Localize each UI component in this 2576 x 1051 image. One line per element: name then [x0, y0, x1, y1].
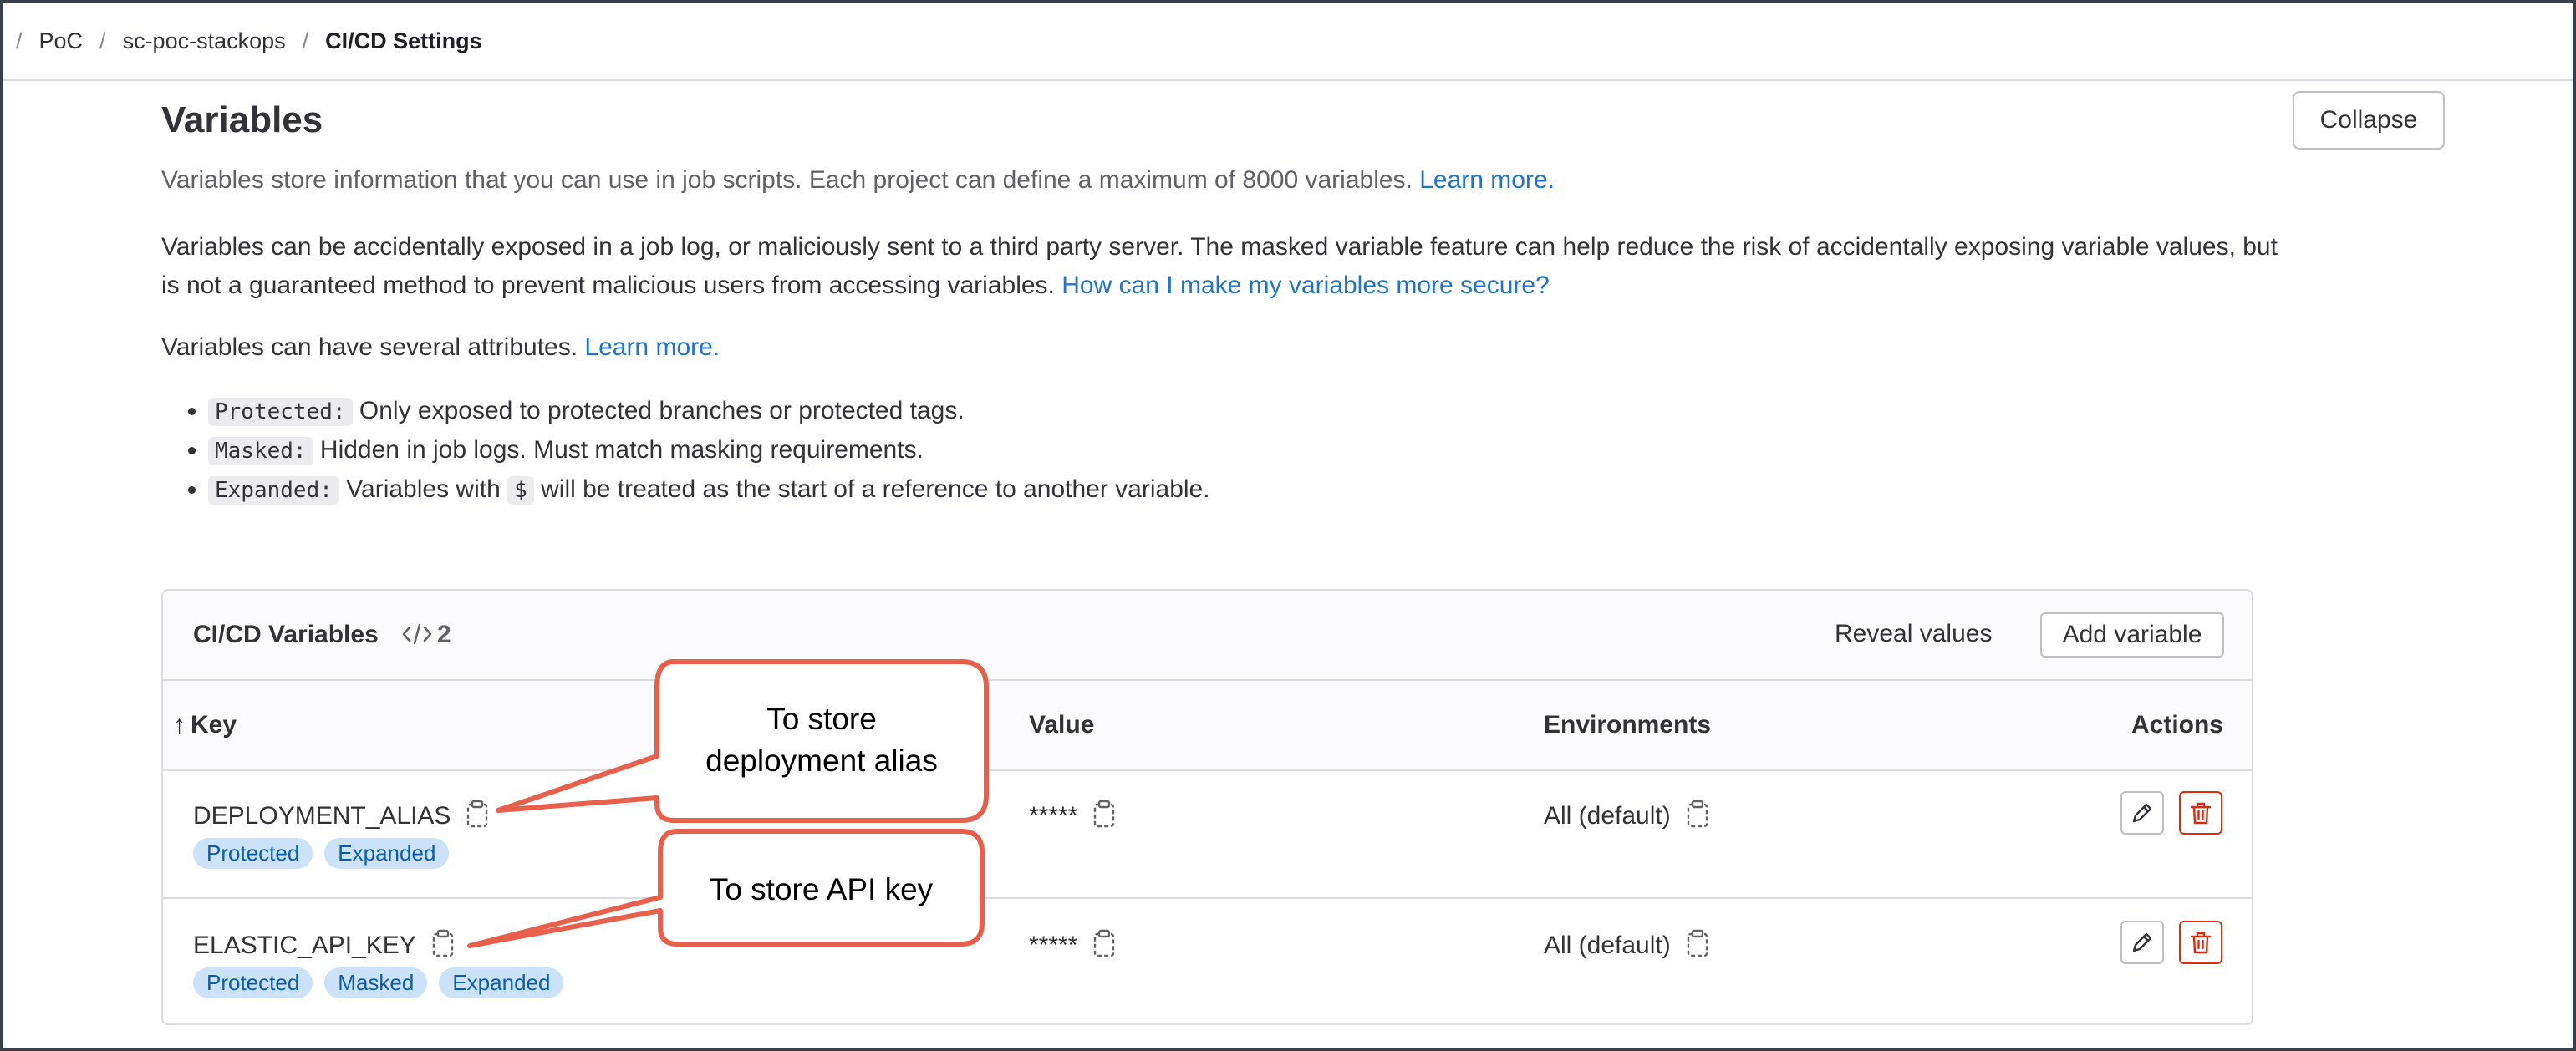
table-row: DEPLOYMENT_ALIAS Protected Expanded ****… [163, 771, 2252, 899]
callout-text-deployment-alias: To store deployment alias [657, 698, 986, 782]
breadcrumb-item-current: CI/CD Settings [325, 28, 482, 53]
table-row: ELASTIC_API_KEY Protected Masked Expande… [163, 901, 2252, 1023]
attribute-masked: Masked: Hidden in job logs. Must match m… [208, 431, 2445, 470]
settings-section: Variables Collapse Variables store infor… [161, 81, 2445, 1025]
variables-card: CI/CD Variables 2 Reveal values Add vari… [161, 589, 2253, 1025]
variable-value: ***** [1029, 800, 1116, 835]
variable-count-number: 2 [437, 621, 451, 648]
attribute-code: Protected: [208, 398, 353, 426]
code-icon [402, 623, 432, 645]
variable-environment: All (default) [1544, 929, 1709, 964]
copy-icon[interactable] [431, 929, 455, 964]
breadcrumb-item-poc[interactable]: PoC [39, 28, 84, 54]
attribute-text: will be treated as the start of a refere… [541, 475, 1210, 503]
attribute-code: Expanded: [208, 476, 339, 505]
breadcrumb: / PoC / sc-poc-stackops / CI/CD Settings [3, 3, 2573, 81]
card-title: CI/CD Variables [193, 621, 379, 648]
variable-key: DEPLOYMENT_ALIAS [193, 800, 489, 835]
badge-protected: Protected [193, 967, 313, 998]
sort-up-icon: ↑ [173, 711, 186, 739]
badge-expanded: Expanded [324, 838, 450, 869]
breadcrumb-separator: / [99, 28, 106, 53]
pencil-icon [2132, 803, 2152, 823]
table-header: ↑ Key Value Environments Actions [163, 681, 2252, 771]
variable-key: ELASTIC_API_KEY [193, 929, 455, 964]
copy-icon[interactable] [1686, 800, 1709, 835]
edit-variable-button[interactable] [2120, 791, 2164, 835]
add-variable-button[interactable]: Add variable [2040, 612, 2224, 658]
callout-line: To store [766, 702, 877, 736]
variable-badges: Protected Masked Expanded [193, 967, 564, 998]
breadcrumb-item-project[interactable]: sc-poc-stackops [123, 28, 286, 54]
dollar-code: $ [507, 476, 534, 505]
value-column-header: Value [1029, 711, 1095, 739]
environments-column-header: Environments [1544, 711, 1712, 739]
attributes-intro-text: Variables can have several attributes. [161, 333, 578, 361]
variable-value: ***** [1029, 929, 1116, 964]
variable-count: 2 [402, 621, 451, 649]
attribute-text: Hidden in job logs. Must match masking r… [319, 436, 924, 464]
badge-masked: Masked [324, 967, 428, 998]
callout-line: To store API key [709, 872, 934, 906]
copy-icon[interactable] [1092, 929, 1116, 964]
pencil-icon [2132, 932, 2152, 952]
page-title: Variables [161, 99, 323, 140]
attribute-list: Protected: Only exposed to protected bra… [208, 392, 2445, 510]
callout-line: deployment alias [705, 744, 938, 778]
badge-protected: Protected [193, 838, 313, 869]
attributes-intro: Variables can have several attributes. L… [161, 328, 2284, 367]
collapse-button[interactable]: Collapse [2293, 91, 2445, 150]
variable-environment-text: All (default) [1544, 931, 1671, 959]
learn-more-link[interactable]: Learn more. [1419, 166, 1555, 194]
key-column-header[interactable]: ↑ Key [173, 711, 237, 739]
variable-badges: Protected Expanded [193, 838, 450, 869]
variable-environment: All (default) [1544, 800, 1709, 835]
copy-icon[interactable] [466, 800, 489, 835]
security-warning: Variables can be accidentally exposed in… [161, 228, 2284, 305]
badge-expanded: Expanded [439, 967, 564, 998]
reveal-values-button[interactable]: Reveal values [1835, 611, 1992, 658]
card-header: CI/CD Variables 2 Reveal values Add vari… [163, 591, 2252, 681]
attribute-text: Variables with [346, 475, 501, 503]
secure-variables-link[interactable]: How can I make my variables more secure? [1061, 272, 1550, 299]
variable-key-text: ELASTIC_API_KEY [193, 931, 416, 959]
attribute-code: Masked: [208, 437, 313, 465]
section-description-text: Variables store information that you can… [161, 166, 1413, 194]
variable-key-text: DEPLOYMENT_ALIAS [193, 801, 451, 830]
delete-variable-button[interactable] [2179, 921, 2222, 964]
variable-value-text: ***** [1029, 801, 1078, 830]
delete-variable-button[interactable] [2179, 791, 2222, 835]
variable-value-text: ***** [1029, 931, 1078, 959]
edit-variable-button[interactable] [2120, 921, 2164, 964]
attribute-expanded: Expanded: Variables with $ will be treat… [208, 470, 2445, 510]
trash-icon [2190, 932, 2212, 954]
copy-icon[interactable] [1686, 929, 1709, 964]
copy-icon[interactable] [1092, 800, 1116, 835]
breadcrumb-separator: / [16, 28, 23, 53]
section-description: Variables store information that you can… [161, 163, 2445, 198]
callout-text-api-key: To store API key [660, 869, 982, 911]
attribute-protected: Protected: Only exposed to protected bra… [208, 392, 2445, 431]
trash-icon [2190, 802, 2212, 825]
variable-environment-text: All (default) [1544, 801, 1671, 830]
breadcrumb-separator: / [302, 28, 309, 53]
attribute-text: Only exposed to protected branches or pr… [359, 397, 965, 424]
attributes-learn-more-link[interactable]: Learn more. [584, 333, 720, 361]
key-column-label: Key [191, 711, 237, 739]
actions-column-header: Actions [2131, 711, 2223, 739]
